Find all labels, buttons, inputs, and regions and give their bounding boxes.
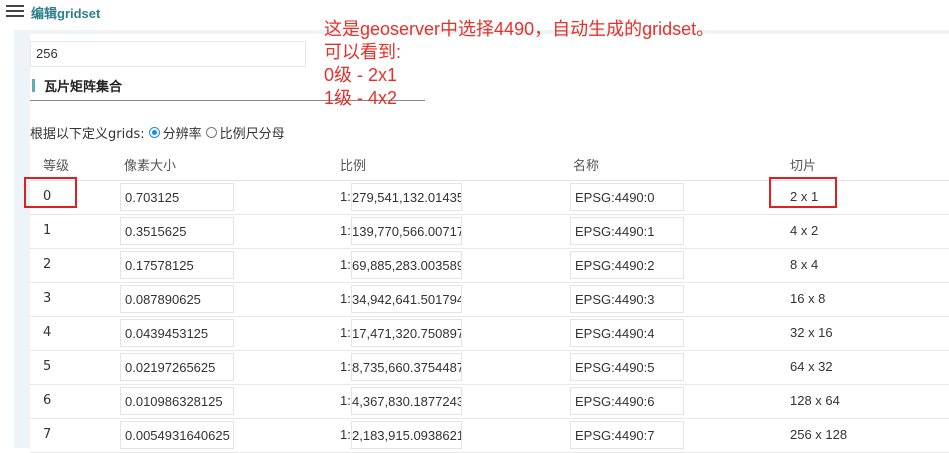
- table-row: 5 0.02197265625 1: 8,735,660.3754487 EPSG:44…: [30, 351, 949, 385]
- name-input[interactable]: EPSG:4490:1: [570, 217, 684, 245]
- name-input[interactable]: EPSG:4490:6: [570, 387, 684, 415]
- cell-level: 4: [43, 325, 52, 340]
- scale-input[interactable]: 69,885,283.003589: [351, 251, 462, 279]
- section-title: 瓦片矩阵集合: [44, 80, 123, 95]
- tile-size-input[interactable]: 256: [30, 41, 306, 67]
- cell-tiles: 8 x 4: [790, 257, 819, 272]
- cell-tiles: 32 x 16: [790, 325, 833, 340]
- scale-prefix: 1:: [340, 257, 351, 272]
- highlight-tiles-0: [769, 177, 837, 208]
- scale-prefix: 1:: [340, 427, 351, 442]
- radio-resolution-label[interactable]: 分辨率: [163, 123, 202, 142]
- pixel-size-input[interactable]: 0.3515625: [120, 217, 234, 245]
- scale-input[interactable]: 2,183,915.0938621: [351, 421, 462, 449]
- header-level: 等级: [43, 159, 70, 174]
- scale-prefix: 1:: [340, 325, 351, 340]
- header-tiles: 切片: [790, 159, 817, 174]
- table-row: 3 0.087890625 1: 34,942,641.501794 EPSG:4490…: [30, 283, 949, 317]
- pixel-size-input[interactable]: 0.087890625: [120, 285, 234, 313]
- scale-prefix: 1:: [340, 223, 351, 238]
- cell-tiles: 16 x 8: [790, 291, 826, 306]
- cell-level: 7: [43, 427, 52, 442]
- annotation-line: 0级 - 2x1: [324, 65, 398, 85]
- cell-level: 1: [43, 223, 52, 238]
- pixel-size-input[interactable]: 0.010986328125: [120, 387, 234, 415]
- define-grids-row: 根据以下定义grids: 分辨率 比例尺分母: [30, 123, 285, 142]
- scale-input[interactable]: 17,471,320.750897: [351, 319, 462, 347]
- section-marker-icon: [32, 79, 35, 92]
- name-input[interactable]: EPSG:4490:2: [570, 251, 684, 279]
- scale-prefix: 1:: [340, 359, 351, 374]
- define-grids-label: 根据以下定义grids:: [30, 127, 145, 142]
- cell-level: 2: [43, 257, 52, 272]
- scale-prefix: 1:: [340, 291, 351, 306]
- annotation-line: 可以看到:: [324, 42, 402, 62]
- pixel-size-input[interactable]: 0.0439453125: [120, 319, 234, 347]
- scale-prefix: 1:: [340, 393, 351, 408]
- pixel-size-input[interactable]: 0.17578125: [120, 251, 234, 279]
- cell-level: 6: [43, 393, 52, 408]
- header-pixel-size: 像素大小: [124, 159, 177, 174]
- table-row: 6 0.010986328125 1: 4,367,830.1877243 EPSG:4…: [30, 385, 949, 419]
- table-row: 4 0.0439453125 1: 17,471,320.750897 EPSG:449…: [30, 317, 949, 351]
- cell-tiles: 4 x 2: [790, 223, 819, 238]
- cell-tiles: 256 x 128: [790, 427, 848, 442]
- scale-input[interactable]: 4,367,830.1877243: [351, 387, 462, 415]
- name-input[interactable]: EPSG:4490:0: [570, 183, 684, 211]
- scale-prefix: 1:: [340, 189, 351, 204]
- annotation-line: 这是geoserver中选择4490，自动生成的gridset。: [324, 19, 715, 39]
- highlight-level-0: [24, 177, 77, 208]
- table-header: 等级 像素大小 比例 名称 切片: [30, 146, 949, 181]
- table-row: 2 0.17578125 1: 69,885,283.003589 EPSG:4490:…: [30, 249, 949, 283]
- pixel-size-input[interactable]: 0.703125: [120, 183, 234, 211]
- header-name: 名称: [573, 159, 600, 174]
- scale-input[interactable]: 279,541,132.01435: [351, 183, 462, 211]
- pixel-size-input[interactable]: 0.0054931640625: [120, 421, 234, 449]
- name-input[interactable]: EPSG:4490:3: [570, 285, 684, 313]
- table-body: 0 0.703125 1: 279,541,132.01435 EPSG:4490:0 2…: [30, 181, 949, 453]
- hamburger-menu-icon[interactable]: [6, 3, 24, 20]
- radio-resolution[interactable]: [148, 127, 160, 138]
- cell-tiles: 128 x 64: [790, 393, 840, 408]
- cell-level: 3: [43, 291, 52, 306]
- radio-scale-denominator[interactable]: [205, 127, 217, 138]
- name-input[interactable]: EPSG:4490:5: [570, 353, 684, 381]
- table-row: 1 0.3515625 1: 139,770,566.00717 EPSG:4490:1…: [30, 215, 949, 249]
- cell-level: 5: [43, 359, 52, 374]
- pixel-size-input[interactable]: 0.02197265625: [120, 353, 234, 381]
- scale-input[interactable]: 34,942,641.501794: [351, 285, 462, 313]
- scale-input[interactable]: 139,770,566.00717: [351, 217, 462, 245]
- scale-input[interactable]: 8,735,660.3754487: [351, 353, 462, 381]
- header-scale: 比例: [340, 159, 367, 174]
- annotation-line: 1级 - 4x2: [324, 88, 398, 108]
- annotation-text: 这是geoserver中选择4490，自动生成的gridset。 可以看到: 0…: [324, 18, 714, 110]
- cell-tiles: 64 x 32: [790, 359, 833, 374]
- page-title: 编辑gridset: [31, 6, 101, 21]
- name-input[interactable]: EPSG:4490:4: [570, 319, 684, 347]
- name-input[interactable]: EPSG:4490:7: [570, 421, 684, 449]
- radio-scale-denominator-label[interactable]: 比例尺分母: [220, 123, 285, 142]
